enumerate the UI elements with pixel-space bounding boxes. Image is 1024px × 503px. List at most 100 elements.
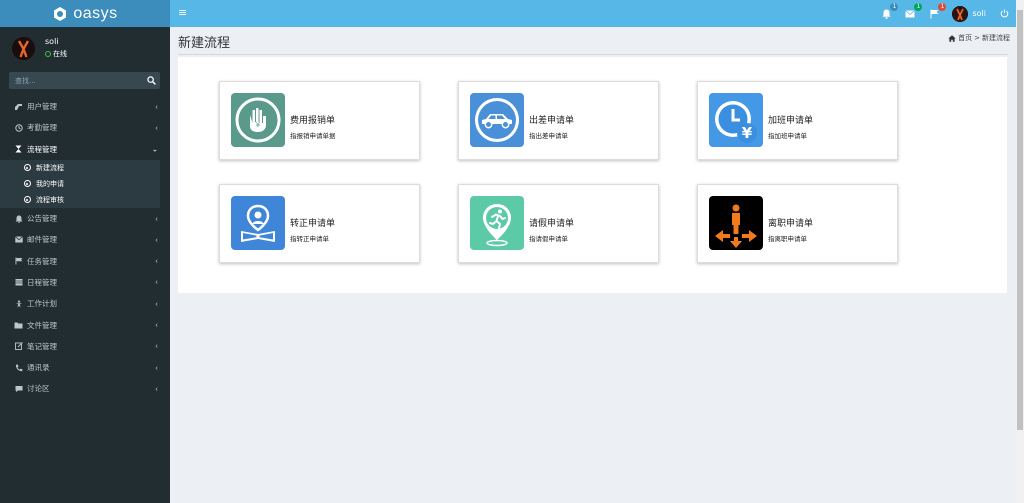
card-title: 加班申请单 xyxy=(768,116,814,126)
power-icon[interactable] xyxy=(998,8,1010,20)
resign-icon xyxy=(709,196,763,250)
chevron-left-icon: ‹ xyxy=(155,235,158,245)
top-navbar: ≡ 1 1 1 soli xyxy=(170,0,1016,27)
home-icon xyxy=(948,34,956,42)
chevron-down-icon: ⌄ xyxy=(151,144,158,154)
card-regularization[interactable]: 转正申请单 指转正申请单 xyxy=(219,184,420,263)
workflow-card-panel: ¥ 费用报销单 指报销申请单据 出差申请单 指出差申请单 ¥ 加班申请单 指加班… xyxy=(178,57,1007,293)
submenu-my-requests[interactable]: 我的申请 xyxy=(0,176,160,192)
card-overtime[interactable]: ¥ 加班申请单 指加班申请单 xyxy=(697,81,898,160)
chevron-left-icon: ‹ xyxy=(155,341,158,351)
user-menu[interactable]: soli xyxy=(952,5,986,22)
clock-icon xyxy=(14,123,23,132)
sidebar-item-notes[interactable]: 笔记管理 ‹ xyxy=(0,336,170,357)
card-business-trip[interactable]: 出差申请单 指出差申请单 xyxy=(458,81,659,160)
card-title: 离职申请单 xyxy=(768,219,814,229)
card-title: 出差申请单 xyxy=(529,116,575,126)
breadcrumb-home-link[interactable]: 首页 xyxy=(958,33,972,43)
breadcrumb-separator: > xyxy=(974,34,980,42)
user-avatar xyxy=(952,5,969,22)
notification-bell-icon[interactable]: 1 xyxy=(880,2,899,20)
sidebar-item-label: 用户管理 xyxy=(27,102,57,112)
sidebar-item-work-plan[interactable]: 工作计划 ‹ xyxy=(0,293,170,314)
phone-icon xyxy=(14,363,23,372)
sidebar-item-label: 邮件管理 xyxy=(27,235,57,245)
chevron-left-icon: ‹ xyxy=(155,384,158,394)
status-label: 在线 xyxy=(53,50,67,58)
card-description: 指加班申请单 xyxy=(768,132,807,140)
plan-icon xyxy=(14,299,23,308)
user-panel: soli 在线 xyxy=(0,27,170,69)
sidebar-item-announcements[interactable]: 公告管理 ‹ xyxy=(0,208,170,229)
search-input[interactable] xyxy=(9,72,142,89)
content-header: 新建流程 首页 > 新建流程 xyxy=(170,27,1016,53)
sidebar-item-users[interactable]: 用户管理 ‹ xyxy=(0,96,170,117)
sidebar-item-files[interactable]: 文件管理 ‹ xyxy=(0,314,170,335)
comment-icon xyxy=(14,384,23,393)
page-title: 新建流程 xyxy=(178,36,231,51)
sidebar-item-mail[interactable]: 邮件管理 ‹ xyxy=(0,229,170,250)
online-dot-icon xyxy=(45,51,51,57)
navbar-user-name: soli xyxy=(972,9,986,18)
sidebar-item-tasks[interactable]: 任务管理 ‹ xyxy=(0,250,170,271)
logo-icon xyxy=(54,6,67,21)
folder-icon xyxy=(14,321,23,330)
sidebar-item-contacts[interactable]: 通讯录 ‹ xyxy=(0,357,170,378)
circle-icon xyxy=(24,180,31,188)
online-status: 在线 xyxy=(45,49,67,59)
sidebar-item-forum[interactable]: 讨论区 ‹ xyxy=(0,378,170,399)
scrollbar-thumb[interactable] xyxy=(1017,10,1023,430)
regular-icon xyxy=(231,196,285,250)
submenu-workflow-review[interactable]: 流程审核 xyxy=(0,192,160,208)
sidebar-toggle-icon[interactable]: ≡ xyxy=(178,6,187,19)
sidebar-item-attendance[interactable]: 考勤管理 ‹ xyxy=(0,117,170,138)
sidebar-item-label: 通讯录 xyxy=(27,363,50,373)
overtime-clock-icon: ¥ xyxy=(709,93,763,147)
card-resignation[interactable]: 离职申请单 指离职申请单 xyxy=(697,184,898,263)
hourglass-icon xyxy=(14,145,23,154)
flag-icon[interactable]: 1 xyxy=(928,2,947,20)
card-description: 指出差申请单 xyxy=(529,132,568,140)
chevron-left-icon: ‹ xyxy=(155,363,158,373)
chevron-left-icon: ‹ xyxy=(155,277,158,287)
sidebar-item-label: 笔记管理 xyxy=(27,341,57,351)
mail-count-badge: 1 xyxy=(914,2,923,11)
submenu-new-workflow[interactable]: 新建流程 xyxy=(0,160,160,176)
search-icon[interactable] xyxy=(142,76,160,85)
chevron-left-icon: ‹ xyxy=(155,320,158,330)
workflow-submenu: 新建流程 我的申请 流程审核 xyxy=(0,159,160,208)
bell-icon xyxy=(14,214,23,223)
sidebar: soli 在线 用户管理 ‹ 考勤管理 ‹ 流程管理 ⌄ 新建流 xyxy=(0,27,170,503)
card-title: 请假申请单 xyxy=(529,219,575,229)
card-description: 指转正申请单 xyxy=(290,235,329,243)
submenu-label: 新建流程 xyxy=(36,163,64,172)
card-expense-claim[interactable]: ¥ 费用报销单 指报销申请单据 xyxy=(219,81,420,160)
notification-count-badge: 1 xyxy=(890,2,899,11)
expense-icon: ¥ xyxy=(231,93,285,147)
page-scrollbar[interactable] xyxy=(1016,0,1024,503)
mail-icon[interactable]: 1 xyxy=(904,2,923,20)
sidebar-item-label: 考勤管理 xyxy=(27,123,57,133)
chevron-left-icon: ‹ xyxy=(155,299,158,309)
card-description: 指报销申请单据 xyxy=(290,132,336,140)
app-logo[interactable]: oasys xyxy=(0,0,170,27)
sidebar-item-label: 流程管理 xyxy=(27,144,57,154)
submenu-label: 我的申请 xyxy=(36,179,64,188)
sidebar-item-label: 公告管理 xyxy=(27,214,57,224)
submenu-label: 流程审核 xyxy=(36,195,64,204)
card-leave[interactable]: 请假申请单 指请假申请单 xyxy=(458,184,659,263)
note-icon xyxy=(14,342,23,351)
circle-icon xyxy=(24,196,31,204)
sidebar-item-label: 任务管理 xyxy=(27,256,57,266)
sidebar-item-schedule[interactable]: 日程管理 ‹ xyxy=(0,272,170,293)
svg-text:¥: ¥ xyxy=(256,121,261,129)
chevron-left-icon: ‹ xyxy=(155,102,158,112)
card-title: 转正申请单 xyxy=(290,219,336,229)
user-icon xyxy=(14,102,23,111)
sidebar-item-label: 文件管理 xyxy=(27,320,57,330)
card-description: 指离职申请单 xyxy=(768,235,807,243)
header-divider xyxy=(178,54,1008,55)
calendar-icon xyxy=(14,278,23,287)
sidebar-item-workflow[interactable]: 流程管理 ⌄ xyxy=(0,139,170,160)
sidebar-item-label: 工作计划 xyxy=(27,299,57,309)
